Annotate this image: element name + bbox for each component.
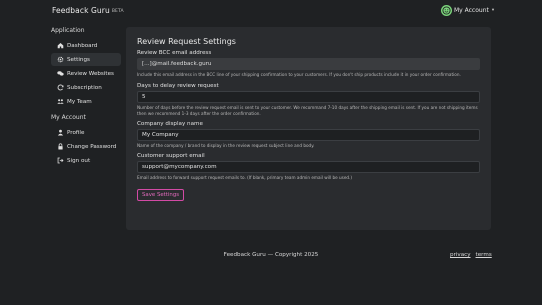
delay-days-field[interactable] [137, 91, 480, 103]
delay-days-help: Number of days before the review request… [137, 105, 478, 116]
bcc-email-label: Review BCC email address [137, 50, 212, 56]
sidebar-item-change-password[interactable]: Change Password [51, 140, 121, 153]
save-settings-button[interactable]: Save Settings [137, 189, 185, 201]
sidebar-item-label: Sign out [67, 157, 91, 164]
page-title: Review Request Settings [137, 37, 236, 46]
avatar-icon [441, 5, 452, 16]
sidebar-item-label: My Team [67, 98, 92, 105]
sidebar-item-review-websites[interactable]: Review Websites [51, 67, 121, 80]
user-icon [57, 129, 64, 136]
sidebar-item-label: Profile [67, 129, 85, 136]
sidebar-item-label: Change Password [67, 143, 117, 150]
account-menu[interactable]: My Account ▾ [441, 5, 494, 16]
sidebar-item-label: Subscription [67, 84, 102, 91]
footer-links: privacy terms [450, 252, 497, 258]
sign-out-icon [57, 157, 64, 164]
sidebar-item-label: Settings [67, 56, 90, 63]
bcc-email-help: Include this email address in the BCC li… [137, 72, 461, 77]
sidebar-heading-application: Application [51, 27, 85, 34]
privacy-link[interactable]: privacy [450, 252, 471, 258]
account-label: My Account [454, 7, 489, 14]
sidebar: Application Dashboard Settings Review We… [51, 27, 121, 168]
sidebar-item-subscription[interactable]: Subscription [51, 81, 121, 94]
sidebar-item-dashboard[interactable]: Dashboard [51, 39, 121, 52]
footer: Feedback Guru — Copyright 2025 privacy te… [0, 250, 542, 264]
beta-badge: BETA [111, 9, 124, 14]
brand-logo[interactable]: Feedback Guru BETA [52, 6, 124, 15]
sidebar-item-label: Dashboard [67, 42, 98, 49]
sidebar-item-profile[interactable]: Profile [51, 126, 121, 139]
terms-link[interactable]: terms [476, 252, 492, 258]
support-email-field[interactable] [137, 161, 480, 173]
company-name-label: Company display name [137, 121, 203, 127]
home-icon [57, 42, 64, 49]
refresh-icon [57, 84, 64, 91]
caret-down-icon: ▾ [491, 8, 495, 13]
brand-name: Feedback Guru [52, 6, 110, 15]
sidebar-item-sign-out[interactable]: Sign out [51, 154, 121, 167]
sidebar-item-settings[interactable]: Settings [51, 53, 121, 66]
support-email-help: Email address to forward support request… [137, 175, 353, 180]
company-name-help: Name of the company / brand to display i… [137, 143, 315, 148]
settings-panel: Review Request Settings Review BCC email… [126, 27, 491, 230]
company-name-field[interactable] [137, 129, 480, 141]
chat-icon [57, 70, 64, 77]
lock-icon [57, 143, 64, 150]
team-icon [57, 98, 64, 105]
sidebar-item-my-team[interactable]: My Team [51, 95, 121, 108]
top-navbar: Feedback Guru BETA My Account ▾ [0, 0, 542, 22]
support-email-label: Customer support email [137, 153, 205, 159]
delay-days-label: Days to delay review request [137, 83, 219, 89]
sidebar-heading-my-account: My Account [51, 114, 86, 121]
gear-icon [57, 56, 64, 63]
sidebar-item-label: Review Websites [67, 70, 114, 77]
bcc-email-field[interactable] [137, 58, 480, 70]
